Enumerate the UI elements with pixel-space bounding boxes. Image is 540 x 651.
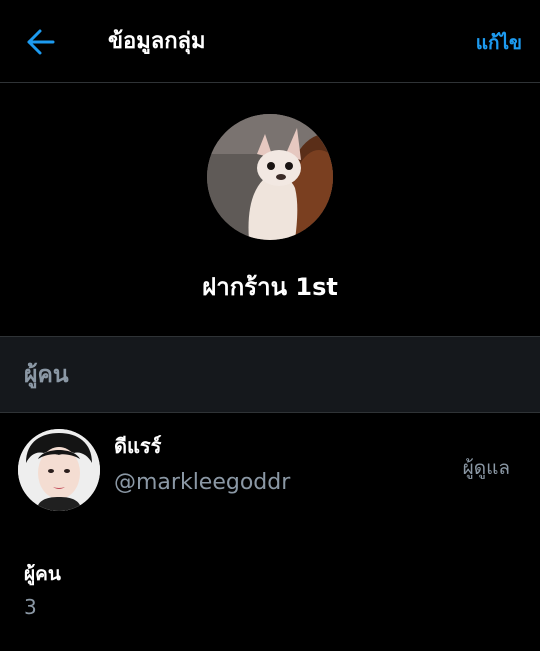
- back-button[interactable]: [26, 28, 56, 56]
- page-title: ข้อมูลกลุ่ม: [108, 29, 206, 54]
- group-avatar[interactable]: [207, 114, 333, 240]
- chihuahua-photo-icon: [207, 114, 333, 240]
- member-handle: @markleegoddr: [114, 470, 291, 495]
- people-section-header: ผู้คน: [0, 336, 540, 413]
- member-name: ดีแรร์: [114, 434, 162, 458]
- top-app-bar: ข้อมูลกลุ่ม แก้ไข: [0, 0, 540, 83]
- avatar: [18, 429, 100, 511]
- people-count-value: 3: [24, 595, 37, 619]
- person-photo-icon: [18, 429, 100, 511]
- section-title: ผู้คน: [24, 362, 69, 388]
- member-row[interactable]: ดีแรร์ @markleegoddr ผู้ดูแล: [0, 414, 540, 524]
- member-role-badge: ผู้ดูแล: [462, 457, 510, 479]
- edit-button[interactable]: แก้ไข: [476, 29, 522, 57]
- arrow-left-icon: [27, 29, 55, 55]
- people-count-label: ผู้คน: [24, 563, 61, 585]
- group-name: ฝากร้าน 1st: [202, 273, 338, 301]
